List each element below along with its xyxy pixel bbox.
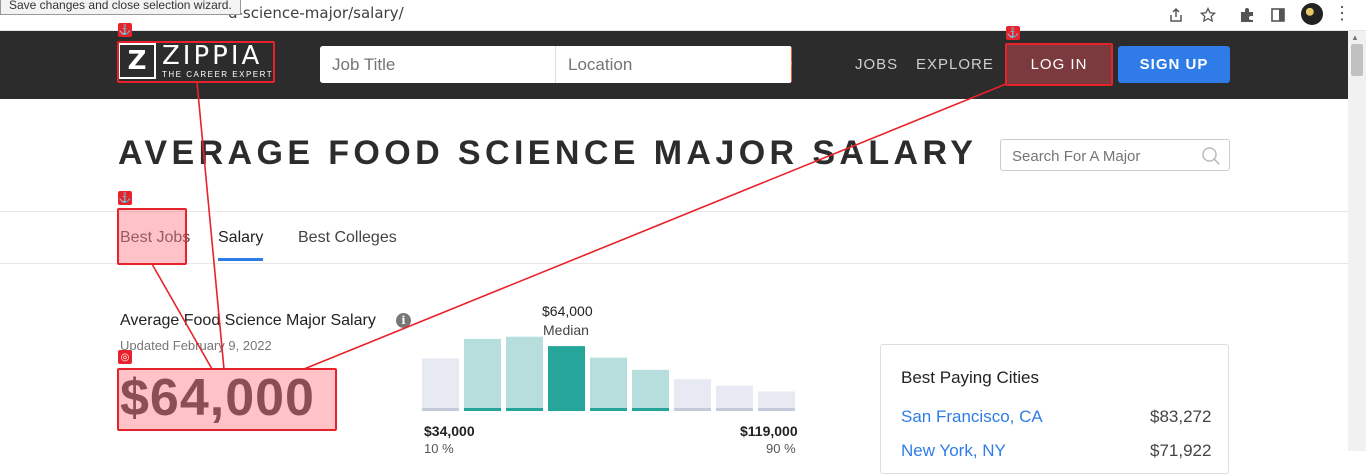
scrollbar-thumb[interactable] [1351, 44, 1363, 76]
logo-highlight [117, 41, 275, 83]
location-input[interactable] [556, 46, 791, 83]
city-salary: $83,272 [1150, 407, 1212, 426]
browser-menu-icon[interactable]: ⋮ [1333, 3, 1351, 24]
salary-highlight [117, 368, 337, 431]
city-link[interactable]: San Francisco, CA [901, 407, 1043, 427]
share-icon[interactable] [1166, 5, 1186, 25]
job-search-form [320, 46, 792, 83]
best-jobs-highlight [117, 208, 187, 265]
histogram-bar-base [590, 408, 627, 411]
histogram-bar-base [548, 408, 585, 411]
histogram-bar-base [632, 408, 669, 411]
login-highlight [1005, 43, 1113, 86]
active-tab-indicator [218, 258, 263, 261]
profile-avatar[interactable] [1301, 3, 1323, 25]
scroll-up-icon[interactable]: ▲ [1351, 33, 1359, 42]
city-salary: $71,922 [1150, 441, 1212, 460]
anchor-icon[interactable]: ⚓ [118, 191, 132, 205]
high-salary-value: $119,000 [740, 423, 798, 439]
histogram-bar [590, 357, 627, 408]
tab-best-colleges[interactable]: Best Colleges [298, 229, 397, 247]
info-icon[interactable]: i [396, 313, 411, 328]
tab-salary[interactable]: Salary [218, 229, 263, 247]
search-icon[interactable] [1201, 146, 1221, 166]
anchor-icon[interactable]: ⚓ [118, 23, 132, 37]
puzzle-icon[interactable] [1237, 5, 1257, 25]
histogram-bar [548, 346, 585, 408]
address-bar-url[interactable]: d-science-major/salary/ [228, 4, 404, 22]
nav-jobs[interactable]: JOBS [855, 56, 898, 73]
histogram-bar-base [674, 408, 711, 411]
histogram-bar-base [758, 408, 795, 411]
histogram-bar-base [422, 408, 459, 411]
updated-date: Updated February 9, 2022 [120, 338, 272, 353]
histogram-bar [422, 358, 459, 408]
histogram-bar [632, 369, 669, 408]
histogram-bar-base [464, 408, 501, 411]
low-salary-value: $34,000 [424, 423, 475, 439]
histogram-bar [464, 338, 501, 408]
major-search-input[interactable] [1001, 140, 1204, 172]
histogram-bar-base [506, 408, 543, 411]
job-title-input[interactable] [320, 46, 556, 83]
major-search-box [1000, 139, 1230, 172]
signup-button[interactable]: SIGN UP [1118, 46, 1230, 83]
page-title: AVERAGE FOOD SCIENCE MAJOR SALARY [118, 134, 978, 172]
histogram-bar [716, 385, 753, 408]
wizard-tooltip: Save changes and close selection wizard. [0, 0, 241, 15]
search-icon [791, 61, 792, 65]
cities-title: Best Paying Cities [901, 368, 1039, 387]
page-scrollbar[interactable] [1348, 31, 1366, 451]
histogram-bar [506, 336, 543, 408]
anchor-icon[interactable]: ⚓ [1006, 26, 1020, 40]
low-percentile: 10 % [424, 441, 454, 456]
histogram-bar [674, 379, 711, 408]
city-link[interactable]: New York, NY [901, 441, 1006, 461]
sidepanel-icon[interactable] [1268, 5, 1288, 25]
star-icon[interactable] [1198, 5, 1218, 25]
target-icon[interactable]: ◎ [118, 350, 132, 364]
median-value: $64,000 [542, 303, 593, 319]
search-button[interactable] [791, 46, 792, 83]
nav-explore[interactable]: EXPLORE [916, 56, 994, 73]
histogram-bar-base [716, 408, 753, 411]
salary-histogram [422, 336, 795, 411]
high-percentile: 90 % [766, 441, 796, 456]
salary-heading: Average Food Science Major Salary [120, 312, 376, 329]
tab-bar [0, 211, 1348, 264]
histogram-bar [758, 391, 795, 408]
